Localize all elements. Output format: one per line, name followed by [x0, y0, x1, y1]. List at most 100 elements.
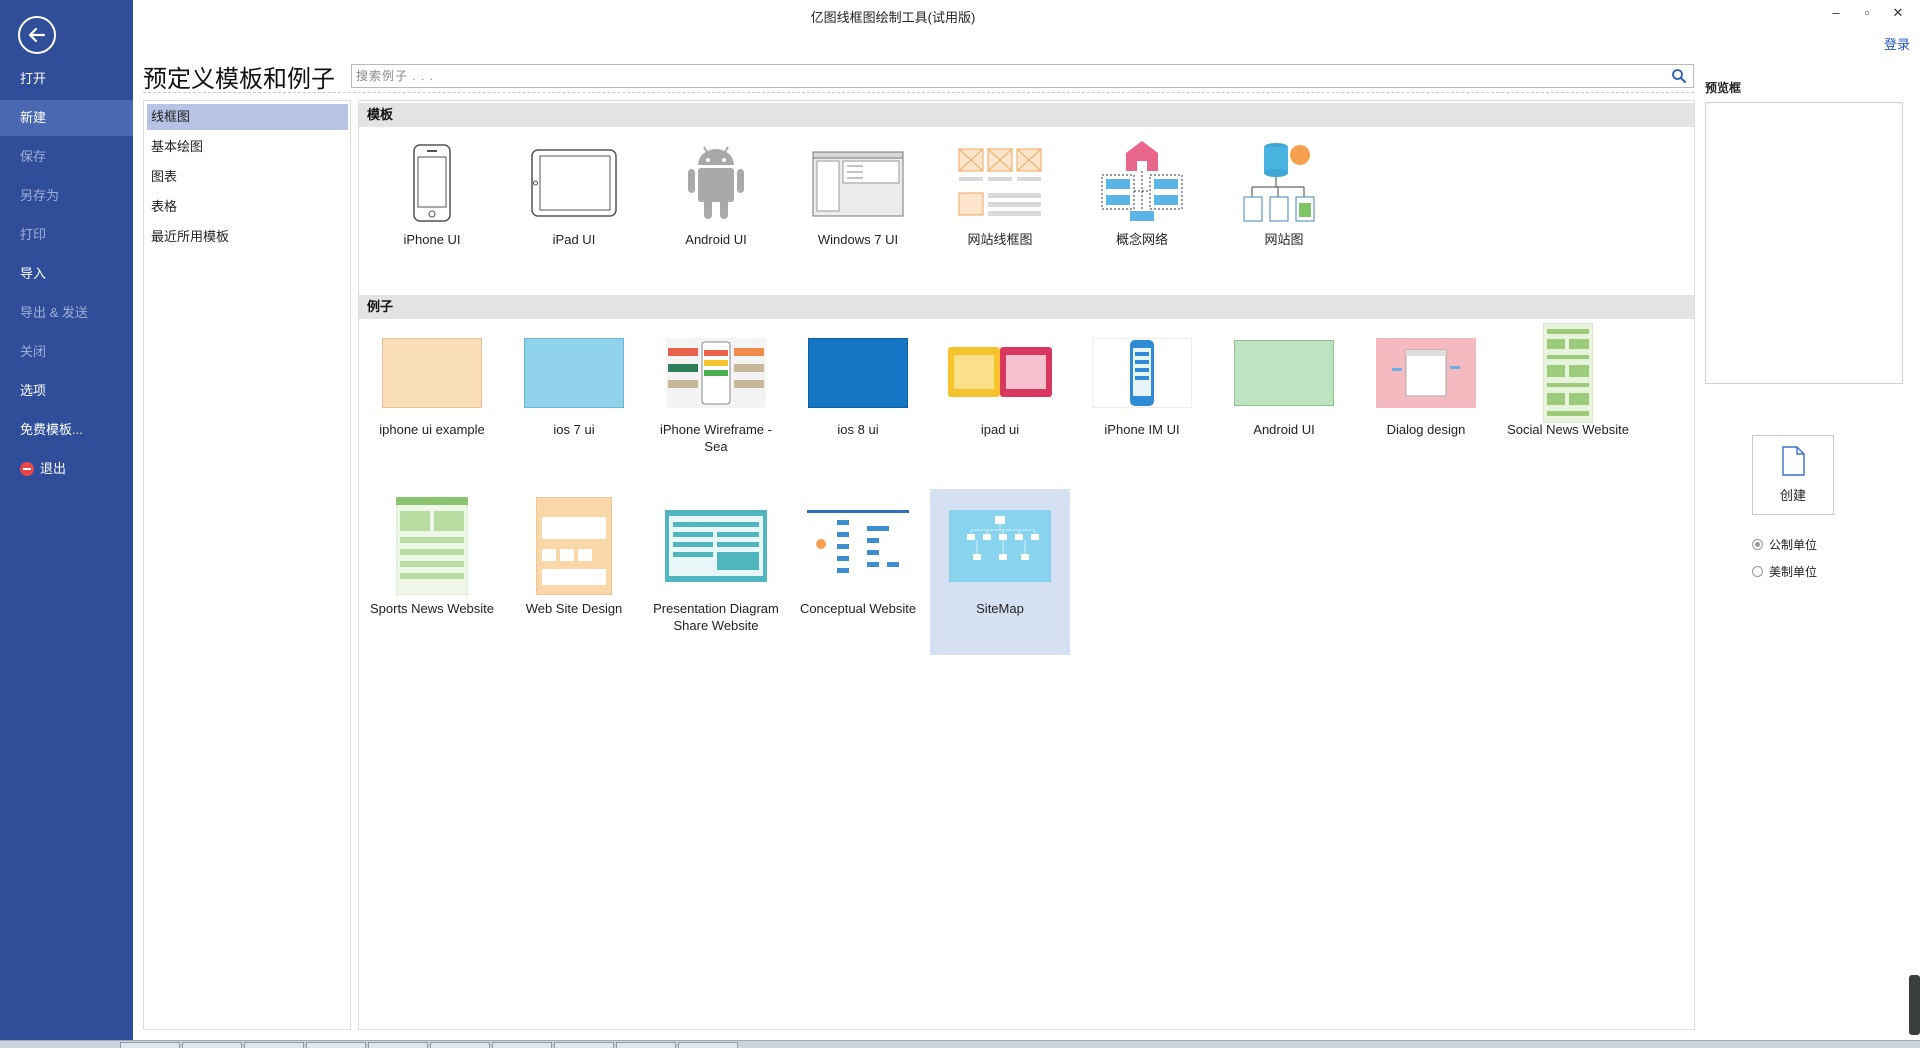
tile-label: 网站图	[1264, 232, 1304, 247]
android-icon	[646, 139, 786, 227]
nav-new[interactable]: 新建	[0, 100, 133, 136]
concept-network-icon	[1072, 139, 1212, 227]
search-box	[351, 64, 1694, 88]
tile-label: 概念网络	[1115, 232, 1168, 247]
taskbar-button[interactable]	[120, 1042, 180, 1048]
nav-export-send[interactable]: 导出 & 发送	[0, 295, 133, 331]
unit-option-metric[interactable]: 公制单位	[1752, 536, 1817, 553]
taskbar-button[interactable]	[306, 1042, 366, 1048]
category-tables[interactable]: 表格	[147, 194, 348, 220]
example-thumbnail	[930, 489, 1070, 596]
nav-exit[interactable]: 退出	[0, 451, 133, 487]
example-conceptual-website[interactable]: Conceptual Website	[788, 496, 928, 617]
category-charts[interactable]: 图表	[147, 164, 348, 190]
search-icon[interactable]	[1671, 68, 1687, 84]
nav-import[interactable]: 导入	[0, 256, 133, 292]
category-recent-templates[interactable]: 最近所用模板	[147, 224, 348, 250]
tile-label: iPhone Wireframe - Sea	[660, 422, 772, 454]
example-android-ui[interactable]: Android UI	[1214, 329, 1354, 438]
iphone-icon	[362, 139, 502, 227]
category-wireframe[interactable]: 线框图	[147, 104, 348, 130]
template-android-ui[interactable]: Android UI	[646, 139, 786, 248]
create-button[interactable]: 创建	[1752, 435, 1834, 515]
template-sitemap[interactable]: 网站图	[1214, 139, 1354, 248]
taskbar-button[interactable]	[368, 1042, 428, 1048]
example-thumbnail	[362, 329, 502, 417]
backstage-nav: 打开 新建 保存 另存为 打印 导入 导出 & 发送 关闭 选项 免费模板...…	[0, 0, 133, 1040]
example-sports-news-website[interactable]: Sports News Website	[362, 496, 502, 617]
example-ios-7-ui[interactable]: ios 7 ui	[504, 329, 644, 438]
example-sitemap[interactable]: SiteMap	[930, 489, 1070, 655]
unit-option-us[interactable]: 美制单位	[1752, 563, 1817, 580]
nav-options[interactable]: 选项	[0, 373, 133, 409]
website-wireframe-icon	[930, 139, 1070, 227]
app-window: 打开 新建 保存 另存为 打印 导入 导出 & 发送 关闭 选项 免费模板...…	[0, 0, 1920, 1048]
tile-label: Android UI	[1253, 422, 1315, 437]
taskbar-button[interactable]	[182, 1042, 242, 1048]
preview-box	[1705, 102, 1903, 384]
back-button[interactable]	[18, 16, 56, 54]
example-social-news-website[interactable]: Social News Website	[1498, 323, 1638, 438]
example-iphone-im-ui[interactable]: iPhone IM UI	[1072, 329, 1212, 438]
example-iphone-wireframe-sea[interactable]: iPhone Wireframe - Sea	[646, 329, 786, 455]
example-ipad-ui[interactable]: ipad ui	[930, 329, 1070, 438]
tile-label: SiteMap	[976, 601, 1024, 616]
nav-save[interactable]: 保存	[0, 139, 133, 175]
tile-label: iPhone UI	[403, 232, 461, 247]
tile-label: iPad UI	[552, 232, 596, 247]
template-website-wireframe[interactable]: 网站线框图	[930, 139, 1070, 248]
example-web-site-design[interactable]: Web Site Design	[504, 496, 644, 617]
page-title: 预定义模板和例子	[143, 66, 335, 93]
nav-exit-label: 退出	[40, 461, 67, 476]
unit-option-label: 公制单位	[1769, 538, 1818, 552]
nav-save-as[interactable]: 另存为	[0, 178, 133, 214]
nav-close[interactable]: 关闭	[0, 334, 133, 370]
tile-label: Web Site Design	[525, 601, 623, 616]
template-ipad-ui[interactable]: iPad UI	[504, 139, 644, 248]
nav-print[interactable]: 打印	[0, 217, 133, 253]
search-input[interactable]	[352, 65, 1652, 87]
sitemap-icon	[1214, 139, 1354, 227]
category-basic-drawing[interactable]: 基本绘图	[147, 134, 348, 160]
radio-button[interactable]	[1752, 539, 1763, 550]
header-divider	[143, 92, 1694, 93]
tile-label: Presentation Diagram Share Website	[653, 601, 779, 633]
example-ios-8-ui[interactable]: ios 8 ui	[788, 329, 928, 438]
tile-label: Sports News Website	[369, 601, 495, 616]
template-concept-network[interactable]: 概念网络	[1072, 139, 1212, 248]
example-presentation-diagram-share-website[interactable]: Presentation Diagram Share Website	[646, 496, 786, 634]
example-thumbnail	[788, 329, 928, 417]
tile-label: 网站线框图	[967, 232, 1033, 247]
taskbar-button[interactable]	[430, 1042, 490, 1048]
taskbar-button[interactable]	[678, 1042, 738, 1048]
tile-label: iphone ui example	[379, 422, 485, 437]
tile-label: ios 8 ui	[837, 422, 879, 437]
template-windows-7-ui[interactable]: Windows 7 UI	[788, 139, 928, 248]
tile-label: Windows 7 UI	[817, 232, 899, 247]
restore-button[interactable]: ▫	[1857, 3, 1877, 23]
login-link[interactable]: 登录	[1884, 34, 1910, 53]
minimize-button[interactable]: –	[1826, 3, 1846, 23]
new-document-icon	[1782, 446, 1805, 476]
example-thumbnail	[1498, 323, 1638, 423]
template-gallery: 模板 iPhone UI iPad UI Android UI Windows …	[358, 100, 1695, 1030]
example-thumbnail	[504, 329, 644, 417]
example-thumbnail	[504, 496, 644, 596]
close-button[interactable]: ✕	[1888, 3, 1908, 23]
taskbar-button[interactable]	[554, 1042, 614, 1048]
taskbar-button[interactable]	[492, 1042, 552, 1048]
example-thumbnail	[930, 329, 1070, 417]
tile-label: ipad ui	[980, 422, 1020, 437]
tile-label: Social News Website	[1507, 422, 1629, 437]
template-iphone-ui[interactable]: iPhone UI	[362, 139, 502, 248]
taskbar-button[interactable]	[616, 1042, 676, 1048]
example-iphone-ui-example[interactable]: iphone ui example	[362, 329, 502, 438]
example-dialog-design[interactable]: Dialog design	[1356, 329, 1496, 438]
nav-open[interactable]: 打开	[0, 61, 133, 97]
tile-label: Android UI	[685, 232, 747, 247]
example-thumbnail	[1214, 329, 1354, 417]
nav-free-templates[interactable]: 免费模板...	[0, 412, 133, 448]
taskbar-button[interactable]	[244, 1042, 304, 1048]
example-thumbnail	[646, 329, 786, 417]
radio-button[interactable]	[1752, 566, 1763, 577]
